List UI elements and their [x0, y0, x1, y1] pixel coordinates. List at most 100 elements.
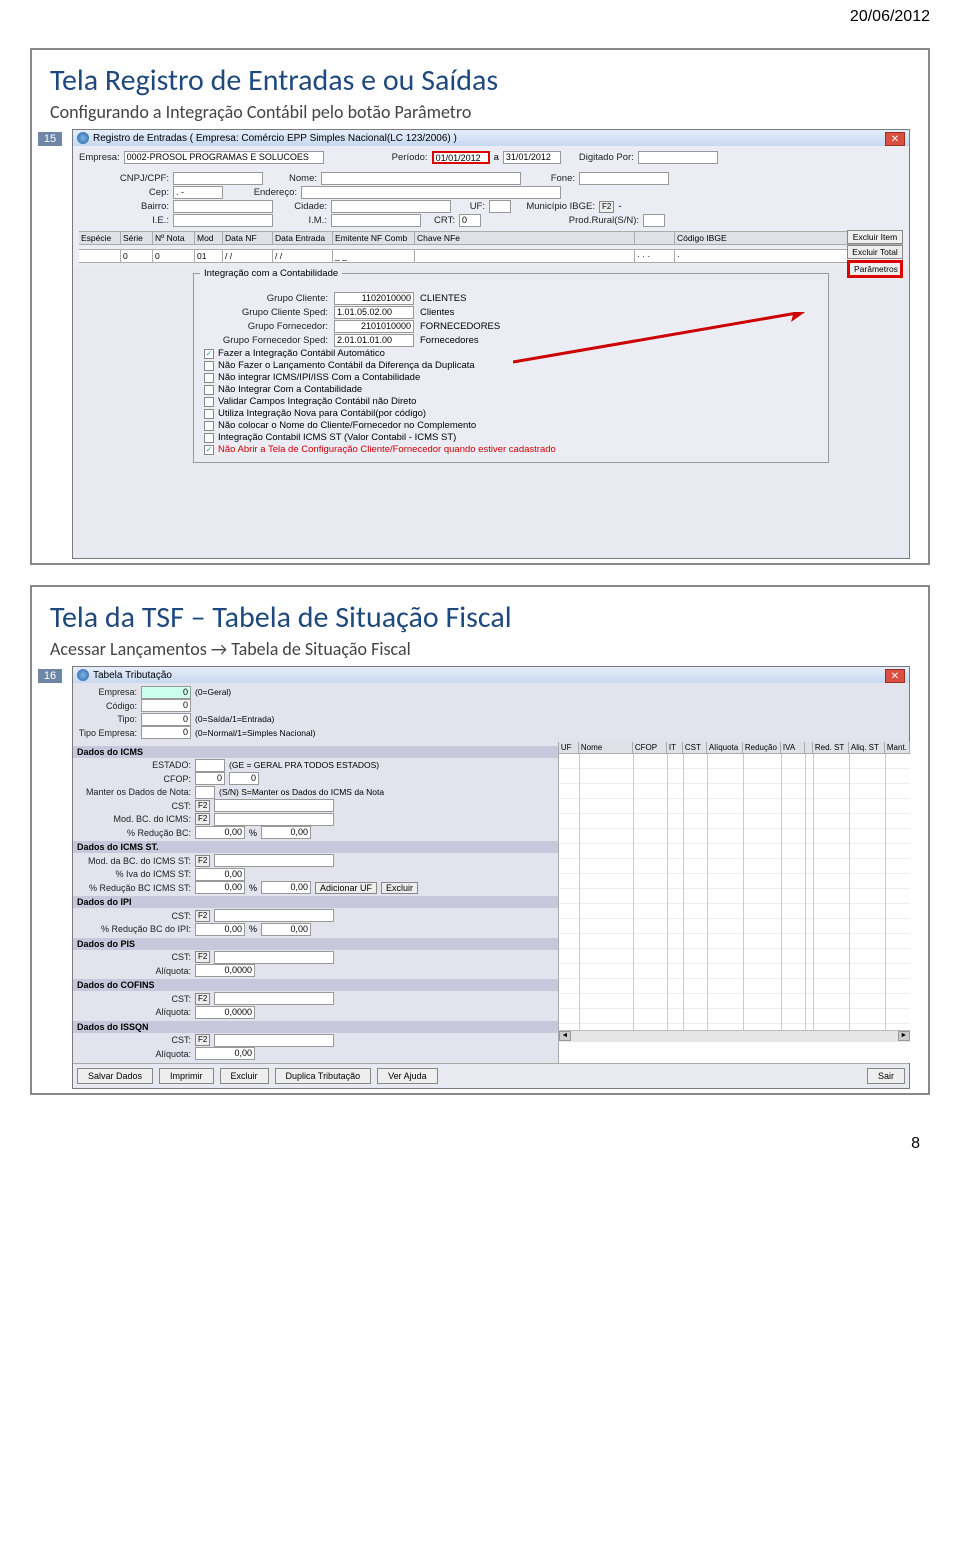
- redbc-input[interactable]: 0,00: [195, 826, 245, 839]
- codigo-input[interactable]: 0: [141, 699, 191, 712]
- imprimir-button[interactable]: Imprimir: [159, 1068, 214, 1084]
- cnpj-input[interactable]: [173, 172, 263, 185]
- excluir-item-button[interactable]: Excluir Item: [847, 230, 903, 244]
- col-redst: Red. ST: [813, 742, 849, 753]
- cell[interactable]: 0: [121, 250, 153, 262]
- cell[interactable]: 0: [153, 250, 195, 262]
- uf-input[interactable]: [489, 200, 511, 213]
- grupo-cliente-input[interactable]: 1102010000: [334, 292, 414, 305]
- redbcipi-input[interactable]: 0,00: [195, 923, 245, 936]
- digitado-input[interactable]: [638, 151, 718, 164]
- duplica-button[interactable]: Duplica Tributação: [275, 1068, 372, 1084]
- grupo-cliente-sped-label: Grupo Cliente Sped:: [204, 307, 328, 318]
- estado-input[interactable]: [195, 759, 225, 772]
- periodo-de-input[interactable]: 01/01/2012: [432, 151, 490, 164]
- cell[interactable]: [79, 250, 121, 262]
- aliq-pis-input[interactable]: 0,0000: [195, 964, 255, 977]
- checkbox-icon[interactable]: [204, 373, 214, 383]
- excluir-button[interactable]: Excluir: [220, 1068, 269, 1084]
- grupo-forn-sped-input[interactable]: 2.01.01.01.00: [334, 334, 414, 347]
- ie-input[interactable]: [173, 214, 273, 227]
- checkbox-icon[interactable]: ✓: [204, 445, 214, 455]
- aliq-issqn-input[interactable]: 0,00: [195, 1047, 255, 1060]
- bairro-input[interactable]: [173, 200, 273, 213]
- redbc-label: % Redução BC:: [77, 828, 191, 838]
- close-icon[interactable]: ✕: [885, 669, 905, 683]
- excluir-total-button[interactable]: Excluir Total: [847, 245, 903, 259]
- modbcst-input[interactable]: [214, 854, 334, 867]
- cell[interactable]: · · ·: [635, 250, 675, 262]
- fone-input[interactable]: [579, 172, 669, 185]
- tipoemp-input[interactable]: 0: [141, 726, 191, 739]
- cst-pis-input[interactable]: [214, 951, 334, 964]
- scroll-left-icon[interactable]: ◄: [559, 1031, 571, 1041]
- f2-cstissqn[interactable]: F2: [195, 1034, 210, 1046]
- checkbox-icon[interactable]: [204, 421, 214, 431]
- table-header: UF Nome CFOP IT CST Alíquota Redução IVA…: [559, 742, 910, 754]
- checkbox-icon[interactable]: [204, 361, 214, 371]
- scroll-right-icon[interactable]: ►: [898, 1031, 910, 1041]
- right-table: UF Nome CFOP IT CST Alíquota Redução IVA…: [558, 742, 910, 1063]
- empresa-input[interactable]: 0002-PROSOL PROGRAMAS E SOLUCOES: [124, 151, 324, 164]
- cfop-input1[interactable]: 0: [195, 772, 225, 785]
- table-body[interactable]: [559, 754, 910, 1030]
- grupo-forn-input[interactable]: 2101010000: [334, 320, 414, 333]
- cell[interactable]: 01: [195, 250, 223, 262]
- f2-municipio[interactable]: F2: [599, 201, 614, 213]
- manter-input[interactable]: [195, 786, 215, 799]
- f2-modbc[interactable]: F2: [195, 813, 210, 825]
- cell[interactable]: [415, 250, 635, 262]
- cst-ipi-input[interactable]: [214, 909, 334, 922]
- close-icon[interactable]: ✕: [885, 132, 905, 146]
- cidade-input[interactable]: [331, 200, 451, 213]
- periodo-ate-input[interactable]: 31/01/2012: [503, 151, 561, 164]
- redbcipi-label: % Redução BC do IPI:: [77, 924, 191, 934]
- cell[interactable]: _ _: [333, 250, 415, 262]
- adicionar-uf-button[interactable]: Adicionar UF: [315, 882, 377, 894]
- cst-label: CST:: [77, 801, 191, 811]
- cst-input[interactable]: [214, 799, 334, 812]
- grid-row[interactable]: 0 0 01 / / / / _ _ · · · ·: [79, 249, 903, 263]
- cst-issqn-input[interactable]: [214, 1034, 334, 1047]
- prodrural-input[interactable]: [643, 214, 665, 227]
- im-input[interactable]: [331, 214, 421, 227]
- checkbox-icon[interactable]: [204, 433, 214, 443]
- cfop-input2[interactable]: 0: [229, 772, 259, 785]
- excluir-uf-button[interactable]: Excluir: [381, 882, 418, 894]
- f2-cstipi[interactable]: F2: [195, 910, 210, 922]
- redbcst-input[interactable]: 0,00: [195, 881, 245, 894]
- section-issqn: Dados do ISSQN: [73, 1021, 558, 1033]
- ver-ajuda-button[interactable]: Ver Ajuda: [377, 1068, 438, 1084]
- checkbox-icon[interactable]: [204, 409, 214, 419]
- tipo-hint: (0=Saída/1=Entrada): [195, 714, 274, 724]
- cell[interactable]: / /: [273, 250, 333, 262]
- cst-cofins-input[interactable]: [214, 992, 334, 1005]
- checkbox-icon[interactable]: [204, 397, 214, 407]
- nome-input[interactable]: [321, 172, 521, 185]
- redbc-input2[interactable]: 0,00: [261, 826, 311, 839]
- parametros-button[interactable]: Parâmetros: [847, 260, 903, 278]
- aliq-cofins-input[interactable]: 0,0000: [195, 1006, 255, 1019]
- cep-input[interactable]: . -: [173, 186, 223, 199]
- sair-button[interactable]: Sair: [867, 1068, 905, 1084]
- end-input[interactable]: [301, 186, 561, 199]
- f2-cstpis[interactable]: F2: [195, 951, 210, 963]
- section-ipi: Dados do IPI: [73, 896, 558, 908]
- crt-input[interactable]: 0: [459, 214, 481, 227]
- salvar-button[interactable]: Salvar Dados: [77, 1068, 153, 1084]
- horiz-scrollbar[interactable]: ◄ ►: [559, 1030, 910, 1042]
- empresa-input[interactable]: 0: [141, 686, 191, 699]
- redbcipi-input2[interactable]: 0,00: [261, 923, 311, 936]
- tipo-input[interactable]: 0: [141, 713, 191, 726]
- modbc-input[interactable]: [214, 813, 334, 826]
- redbcst-input2[interactable]: 0,00: [261, 881, 311, 894]
- checkbox-icon[interactable]: ✓: [204, 349, 214, 359]
- checkbox-icon[interactable]: [204, 385, 214, 395]
- ivast-input[interactable]: 0,00: [195, 868, 245, 881]
- f2-cstcofins[interactable]: F2: [195, 993, 210, 1005]
- f2-cst[interactable]: F2: [195, 800, 210, 812]
- col-nota: Nº Nota: [153, 232, 195, 244]
- grupo-cliente-sped-input[interactable]: 1.01.05.02.00: [334, 306, 414, 319]
- f2-modbcst[interactable]: F2: [195, 855, 210, 867]
- cell[interactable]: / /: [223, 250, 273, 262]
